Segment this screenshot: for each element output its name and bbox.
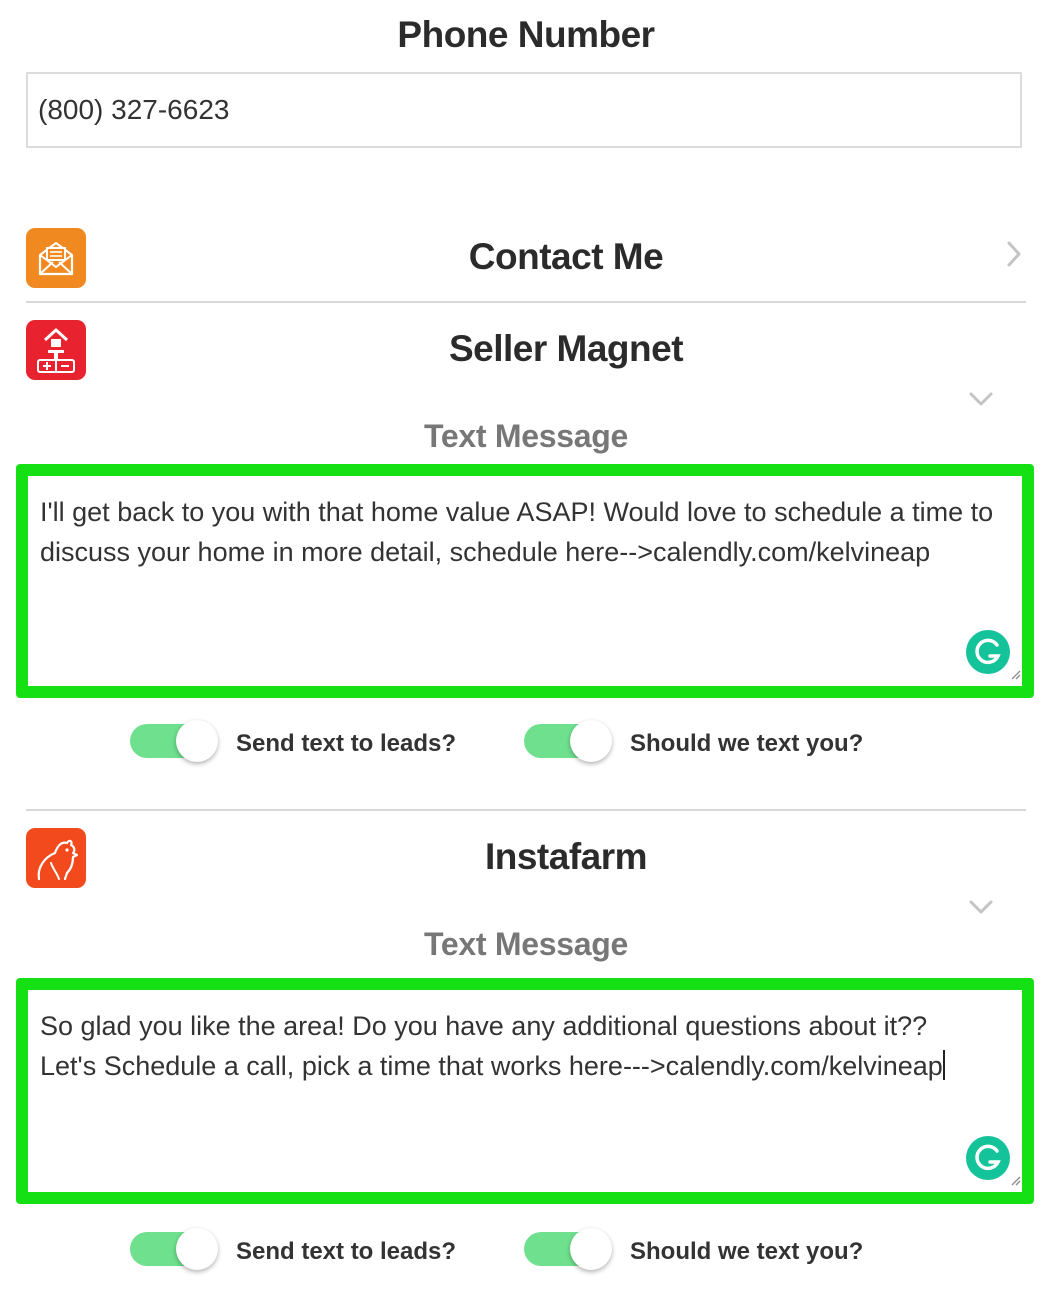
text-message-input[interactable]: I'll get back to you with that home valu… <box>16 464 1034 698</box>
grammarly-icon[interactable] <box>966 1136 1010 1180</box>
should-we-text-you-label: Should we text you? <box>630 730 864 757</box>
send-text-to-leads-toggle[interactable] <box>130 720 218 762</box>
resize-handle-icon[interactable] <box>1009 1173 1021 1191</box>
instafarm-title[interactable]: Instafarm <box>110 836 1022 878</box>
text-message-line: Let's Schedule a call, pick a time that … <box>40 1046 1012 1086</box>
text-message-heading: Text Message <box>424 418 628 454</box>
text-message-line-content: Let's Schedule a call, pick a time that … <box>40 1051 943 1081</box>
should-we-text-you-toggle[interactable] <box>524 720 612 762</box>
text-message-heading: Text Message <box>424 926 628 962</box>
section-divider <box>26 301 1026 303</box>
toggle-knob <box>176 720 218 762</box>
text-message-line: So glad you like the area! Do you have a… <box>40 1011 928 1041</box>
toggle-knob <box>570 1228 612 1270</box>
phone-number-input[interactable] <box>26 72 1022 148</box>
rooster-icon <box>26 828 86 888</box>
section-divider <box>26 809 1026 811</box>
toggle-knob <box>176 1228 218 1270</box>
toggle-knob <box>570 720 612 762</box>
contact-me-title[interactable]: Contact Me <box>110 236 1022 278</box>
seller-magnet-title[interactable]: Seller Magnet <box>110 328 1022 370</box>
send-text-to-leads-label: Send text to leads? <box>236 1238 457 1265</box>
chevron-down-icon[interactable] <box>968 380 994 415</box>
text-message-input[interactable]: So glad you like the area! Do you have a… <box>16 978 1034 1204</box>
should-we-text-you-label: Should we text you? <box>630 1238 864 1265</box>
send-text-to-leads-toggle[interactable] <box>130 1228 218 1270</box>
envelope-icon <box>26 228 86 288</box>
resize-handle-icon[interactable] <box>1009 667 1021 685</box>
text-cursor <box>942 1050 945 1080</box>
send-text-to-leads-label: Send text to leads? <box>236 730 457 757</box>
text-message-content[interactable]: I'll get back to you with that home valu… <box>40 492 1012 572</box>
phone-number-heading: Phone Number <box>397 14 655 55</box>
house-sign-icon <box>26 320 86 380</box>
chevron-down-icon[interactable] <box>968 888 994 923</box>
should-we-text-you-toggle[interactable] <box>524 1228 612 1270</box>
text-message-content[interactable]: So glad you like the area! Do you have a… <box>40 1006 1012 1086</box>
grammarly-icon[interactable] <box>966 630 1010 674</box>
chevron-right-icon[interactable] <box>1006 240 1022 276</box>
